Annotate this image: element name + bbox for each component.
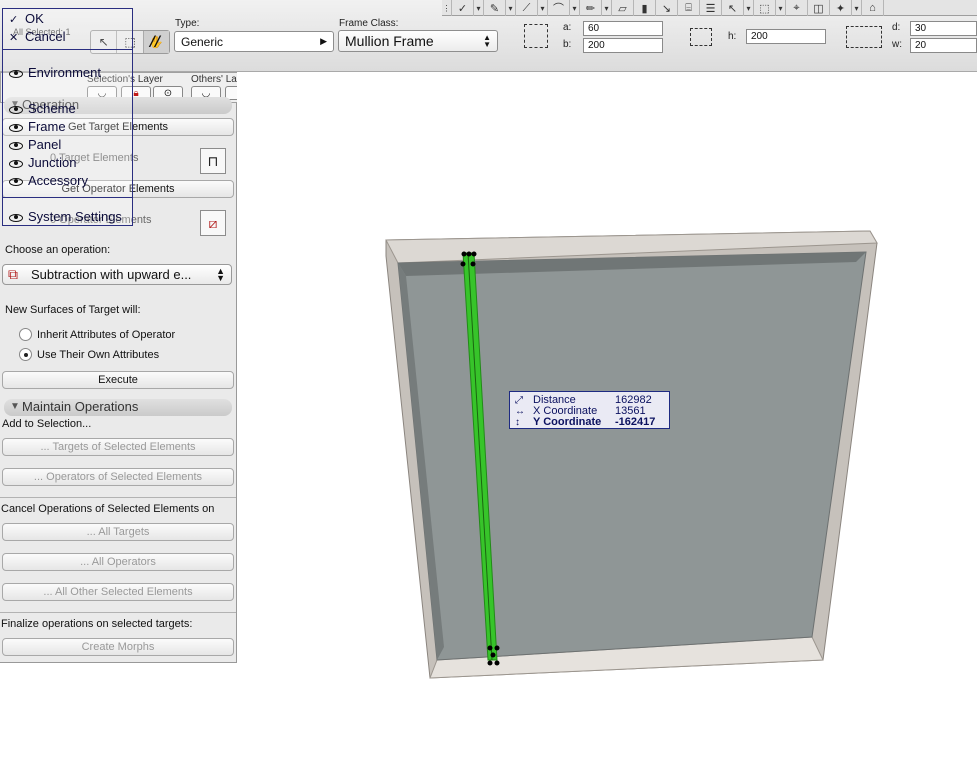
operation-select[interactable]: ⧉ Subtraction with upward e... ▲ ▼ [2, 264, 232, 285]
bulb-icon[interactable]: ✦ [830, 0, 852, 16]
chevron-down-icon[interactable]: ▾ [506, 0, 516, 16]
tracker-y-row: ↕ Y Coordinate -162417 [515, 416, 656, 428]
eye-icon [9, 69, 23, 78]
operator-elements-icon[interactable]: ⧄ [200, 210, 226, 236]
pencil-icon[interactable]: ✏ [580, 0, 602, 16]
radio-inherit[interactable] [19, 328, 32, 341]
menu-separator [3, 49, 132, 50]
eye-icon [9, 105, 23, 114]
a-label: a: [563, 22, 572, 33]
divider [0, 497, 236, 498]
w-field[interactable]: 20 [910, 38, 977, 53]
new-surfaces-label: New Surfaces of Target will: [5, 304, 141, 316]
settings-eye-icon [9, 213, 23, 222]
check-icon[interactable]: ✓ [452, 0, 474, 16]
menu-environment[interactable]: Environment [9, 65, 101, 80]
pointer-icon[interactable]: ↖ [722, 0, 744, 16]
chevron-down-icon[interactable]: ▾ [570, 0, 580, 16]
h-field[interactable]: 200 [746, 29, 826, 44]
maintain-section-header[interactable]: ▼ Maintain Operations [4, 399, 232, 416]
toolbox-strip: ⋮ ✓ ▾ ✎ ▾ ⟋ ▾ ⌒ ▾ ✏ ▾ ▱ ▮ ↘ ⌸ ☰ ↖ ▾ ⬚ ▾ … [442, 0, 977, 16]
menu-cancel[interactable]: ✕ Cancel [9, 29, 65, 44]
type-value: Generic [181, 34, 224, 49]
chevron-down-icon[interactable]: ▾ [776, 0, 786, 16]
camera-icon[interactable]: ⌖ [786, 0, 808, 16]
cancel-operations-label: Cancel Operations of Selected Elements o… [1, 503, 215, 515]
menu-system-settings[interactable]: System Settings [9, 209, 122, 224]
b-field[interactable]: 200 [583, 38, 663, 53]
chevron-down-icon[interactable]: ▾ [744, 0, 754, 16]
marquee-icon[interactable]: ⬚ [754, 0, 776, 16]
type-dropdown[interactable]: Generic ▶ [174, 31, 334, 52]
pen-icon[interactable]: ✎ [484, 0, 506, 16]
close-icon: ✕ [9, 32, 19, 44]
height-dimension-icon [690, 28, 712, 46]
surface-icon[interactable]: ▱ [612, 0, 634, 16]
type-label: Type: [175, 18, 200, 29]
create-morphs-button[interactable]: Create Morphs [2, 638, 234, 656]
targets-of-selected-button[interactable]: ... Targets of Selected Elements [2, 438, 234, 456]
menu-panel[interactable]: Panel [9, 137, 61, 152]
slash-tool-icon[interactable]: ⟋ [516, 0, 538, 16]
eye-icon [9, 159, 23, 168]
subtraction-icon: ⧉ [8, 266, 18, 282]
chevron-down-icon[interactable]: ▾ [852, 0, 862, 16]
d-label: d: [892, 22, 901, 33]
all-targets-button[interactable]: ... All Targets [2, 523, 234, 541]
list-icon[interactable]: ☰ [700, 0, 722, 16]
h-label: h: [728, 31, 737, 42]
profile-dimension-icon [846, 26, 882, 48]
curve-icon[interactable]: ⌒ [548, 0, 570, 16]
radio-inherit-label: Inherit Attributes of Operator [37, 329, 176, 341]
frame-dimension-icon [524, 24, 548, 48]
menu-ok[interactable]: ✓ OK [9, 11, 44, 26]
target-elements-icon[interactable]: ⊓ [200, 148, 226, 174]
menu-accessory[interactable]: Accessory [9, 173, 88, 188]
b-label: b: [563, 39, 572, 50]
chevron-down-icon[interactable]: ▾ [538, 0, 548, 16]
chevron-down-icon[interactable]: ▾ [474, 0, 484, 16]
menu-junction[interactable]: Junction [9, 155, 76, 170]
all-operators-button[interactable]: ... All Operators [2, 553, 234, 571]
rotate-button[interactable]: // [140, 30, 170, 54]
wall-icon[interactable]: ▮ [634, 0, 656, 16]
eye-icon [9, 177, 23, 186]
chevron-right-icon: ▶ [320, 36, 327, 46]
all-other-selected-button[interactable]: ... All Other Selected Elements [2, 583, 234, 601]
chevron-down-icon[interactable]: ▾ [602, 0, 612, 16]
frame-class-value: Mullion Frame [345, 33, 434, 49]
radio-own-attributes[interactable] [19, 348, 32, 361]
disclosure-down-icon: ▼ [10, 401, 20, 412]
menu-scheme[interactable]: Scheme [9, 101, 76, 116]
house-icon[interactable]: ⌂ [862, 0, 884, 16]
arrow-icon[interactable]: ↘ [656, 0, 678, 16]
add-to-selection-label: Add to Selection... [2, 418, 92, 430]
frame-class-label: Frame Class: [339, 18, 399, 29]
d-field[interactable]: 30 [910, 21, 977, 36]
operators-of-selected-button[interactable]: ... Operators of Selected Elements [2, 468, 234, 486]
eye-icon [9, 123, 23, 132]
info-box: ⋮ ✓ ▾ ✎ ▾ ⟋ ▾ ⌒ ▾ ✏ ▾ ▱ ▮ ↘ ⌸ ☰ ↖ ▾ ⬚ ▾ … [0, 0, 977, 72]
context-menu: All Selected: 1 ✓ OK ✕ Cancel Environment … [2, 8, 133, 226]
updown-chevron-icon: ▲ ▼ [483, 33, 491, 49]
updown-chevron-icon: ▲ ▼ [216, 266, 225, 283]
a-field[interactable]: 60 [583, 21, 663, 36]
menu-separator [3, 197, 132, 198]
check-icon: ✓ [9, 14, 19, 26]
choose-operation-label: Choose an operation: [5, 244, 111, 256]
cube-icon[interactable]: ◫ [808, 0, 830, 16]
radio-own-label: Use Their Own Attributes [37, 349, 160, 361]
coordinate-tracker: ⤢ Distance 162982 ↔ X Coordinate 13561 ↕ Y Co… [509, 391, 670, 429]
finalize-label: Finalize operations on selected targets: [1, 618, 193, 630]
menu-frame[interactable]: Frame [9, 119, 66, 134]
stair-icon[interactable]: ⌸ [678, 0, 700, 16]
ora-tab-icon[interactable]: ⋮ [442, 0, 452, 16]
w-label: w: [892, 39, 902, 50]
eye-icon [9, 141, 23, 150]
vertical-arrow-icon: ↕ [515, 417, 520, 428]
divider [0, 612, 236, 613]
frame-class-dropdown[interactable]: Mullion Frame ▲ ▼ [338, 30, 498, 52]
execute-button[interactable]: Execute [2, 371, 234, 389]
